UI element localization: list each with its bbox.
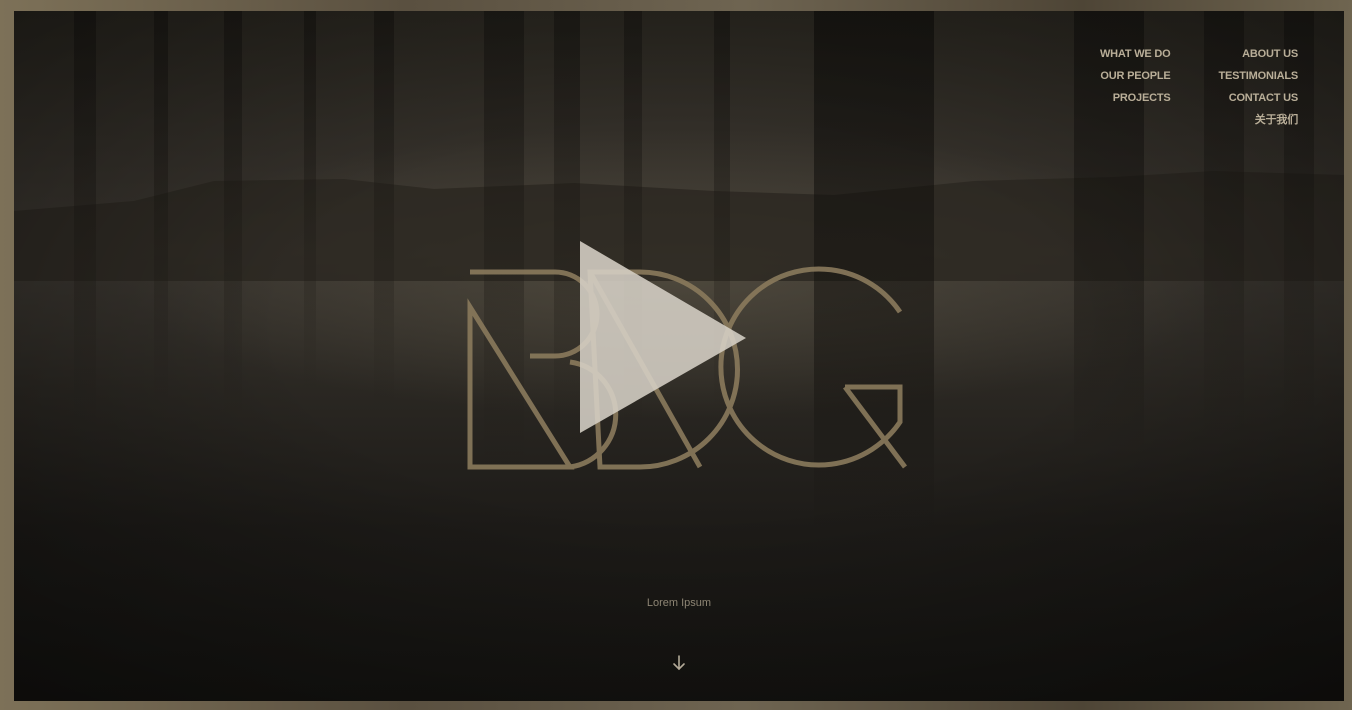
main-nav: WHAT WE DO OUR PEOPLE PROJECTS ABOUT US … — [1100, 43, 1298, 131]
hero-tagline: Lorem Ipsum — [646, 597, 712, 609]
nav-link-our-people[interactable]: OUR PEOPLE — [1100, 65, 1170, 87]
nav-link-contact-us[interactable]: CONTACT US — [1229, 87, 1298, 109]
nav-link-what-we-do[interactable]: WHAT WE DO — [1100, 43, 1171, 65]
nav-link-about-us-chinese[interactable]: 关于我们 — [1255, 109, 1298, 131]
nav-link-about-us[interactable]: ABOUT US — [1242, 43, 1298, 65]
hero-section: WHAT WE DO OUR PEOPLE PROJECTS ABOUT US … — [14, 11, 1344, 701]
nav-column-left: WHAT WE DO OUR PEOPLE PROJECTS — [1100, 43, 1171, 131]
nav-column-right: ABOUT US TESTIMONIALS CONTACT US 关于我们 — [1219, 43, 1299, 131]
nav-link-projects[interactable]: PROJECTS — [1113, 87, 1171, 109]
play-icon[interactable] — [580, 241, 750, 436]
nav-link-testimonials[interactable]: TESTIMONIALS — [1219, 65, 1299, 87]
arrow-down-icon[interactable] — [671, 654, 687, 672]
